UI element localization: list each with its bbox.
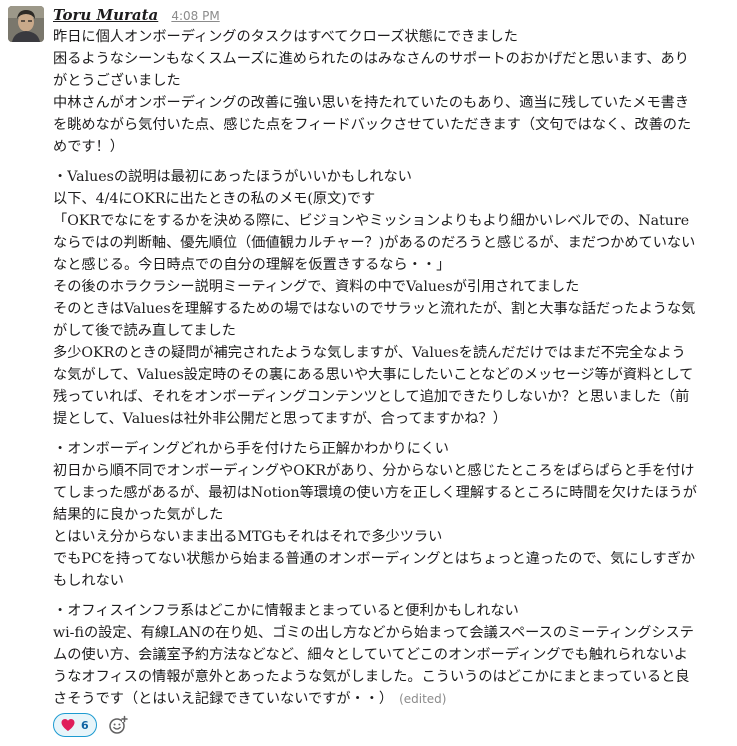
- message-line: ムの使い方、会議室予約方法などなど、細々としていてどこのオンボーディングでも触れ…: [53, 647, 688, 663]
- message-timestamp[interactable]: 4:08 PM: [171, 9, 219, 23]
- message-header: Toru Murata 4:08 PM: [53, 4, 733, 26]
- message-line: な気がして、Values設定時のその裏にある思いや大事にしたいことなどのメッセー…: [53, 367, 694, 383]
- message-line: ・Valuesの説明は最初にあったほうがいいかもしれない: [53, 169, 412, 185]
- message-line: さそうです（とはいえ記録できていないですが・・） (edited): [53, 688, 733, 710]
- message-line: 「OKRでなにをするかを決める際に、ビジョンやミッションよりもより細かいレベルで…: [53, 213, 690, 229]
- message-paragraph: ・Valuesの説明は最初にあったほうがいいかもしれない 以下、4/4にOKRに…: [53, 166, 733, 430]
- message-line: 残っていれば、それをオンボーディングコンテンツとして追加できたりしないか？と思い…: [53, 389, 690, 405]
- message-line: 中林さんがオンボーディングの改善に強い思いを持たれていたのもあり、適当に残してい…: [53, 95, 690, 111]
- add-reaction-button[interactable]: [107, 714, 129, 736]
- message-line: 結果的に良かった気がした: [53, 507, 224, 523]
- message-line-text: さそうです（とはいえ記録できていないですが・・）: [53, 691, 394, 707]
- avatar[interactable]: [8, 6, 44, 42]
- message-paragraph: ・オンボーディングどれから手を付けたら正解かわかりにくい 初日から順不同でオンボ…: [53, 438, 733, 592]
- add-emoji-icon: [108, 715, 128, 734]
- message-line: ・オンボーディングどれから手を付けたら正解かわかりにくい: [53, 441, 449, 457]
- edited-label: (edited): [399, 692, 447, 706]
- avatar-photo: [8, 6, 44, 42]
- message-line: とはいえ分からないまま出るMTGもそれはそれで多少ツラい: [53, 529, 443, 545]
- message-paragraph: 昨日に個人オンボーディングのタスクはすべてクローズ状態にできました 困るようなシ…: [53, 26, 733, 158]
- message-line: なと感じる。今日時点での自分の理解を仮置きするなら・・」: [53, 257, 451, 273]
- chat-message: Toru Murata 4:08 PM 昨日に個人オンボーディングのタスクはすべ…: [0, 0, 737, 746]
- message-line: そのときはValuesを理解するための場ではないのでサラッと流れたが、割と大事な…: [53, 301, 696, 317]
- reaction-bar: 6: [53, 712, 129, 738]
- message-line: wi-fiの設定、有線LANの在り処、ゴミの出し方などから始まって会議スペースの…: [53, 625, 694, 641]
- message-line: 困るようなシーンもなくスムーズに進められたのはみなさんのサポートのおかげだと思い…: [53, 51, 689, 67]
- message-line: ・オフィスインフラ系はどこかに情報まとまっていると便利かもしれない: [53, 603, 519, 619]
- message-line: がして後で読み直してました: [53, 323, 236, 339]
- heart-icon: [60, 717, 76, 733]
- message-line: てしまった感があるが、最初はNotion等環境の使い方を正しく理解するところに時…: [53, 485, 697, 501]
- reaction-heart[interactable]: 6: [53, 713, 97, 737]
- message-paragraph: ・オフィスインフラ系はどこかに情報まとまっていると便利かもしれない wi-fiの…: [53, 600, 733, 710]
- message-line: 提として、Valuesは社外非公開だと思ってますが、合ってますかね？）: [53, 411, 507, 427]
- message-content: Toru Murata 4:08 PM 昨日に個人オンボーディングのタスクはすべ…: [53, 4, 733, 710]
- message-line: を眺めながら気付いた点、感じた点をフィードバックさせていただきます（文句ではなく…: [53, 117, 692, 133]
- message-line: その後のホラクラシー説明ミーティングで、資料の中でValuesが引用されてました: [53, 279, 580, 295]
- reaction-count: 6: [81, 718, 89, 732]
- message-line: もしれない: [53, 573, 124, 589]
- message-line: めです！）: [53, 139, 124, 155]
- message-line: うなオフィスの情報が意外とあったような気がしました。こういうのはどこかにまとまっ…: [53, 669, 690, 685]
- message-line: でもPCを持ってない状態から始まる普通のオンボーディングとはちょっと違ったので、…: [53, 551, 696, 567]
- message-line: 初日から順不同でオンボーディングやOKRがあり、分からないと感じたところをぱらぱ…: [53, 463, 695, 479]
- message-line: 以下、4/4にOKRに出たときの私のメモ(原文)です: [53, 191, 376, 207]
- message-line: 昨日に個人オンボーディングのタスクはすべてクローズ状態にできました: [53, 29, 518, 45]
- message-line: ならではの判断軸、優先順位（価値観カルチャー？)があるのだろうと感じるが、まだつ…: [53, 235, 696, 251]
- message-line: 多少OKRのときの疑問が補完されたような気しますが、Valuesを読んだだけでは…: [53, 345, 686, 361]
- author-name[interactable]: Toru Murata: [53, 6, 158, 24]
- message-line: がとうございました: [53, 73, 181, 89]
